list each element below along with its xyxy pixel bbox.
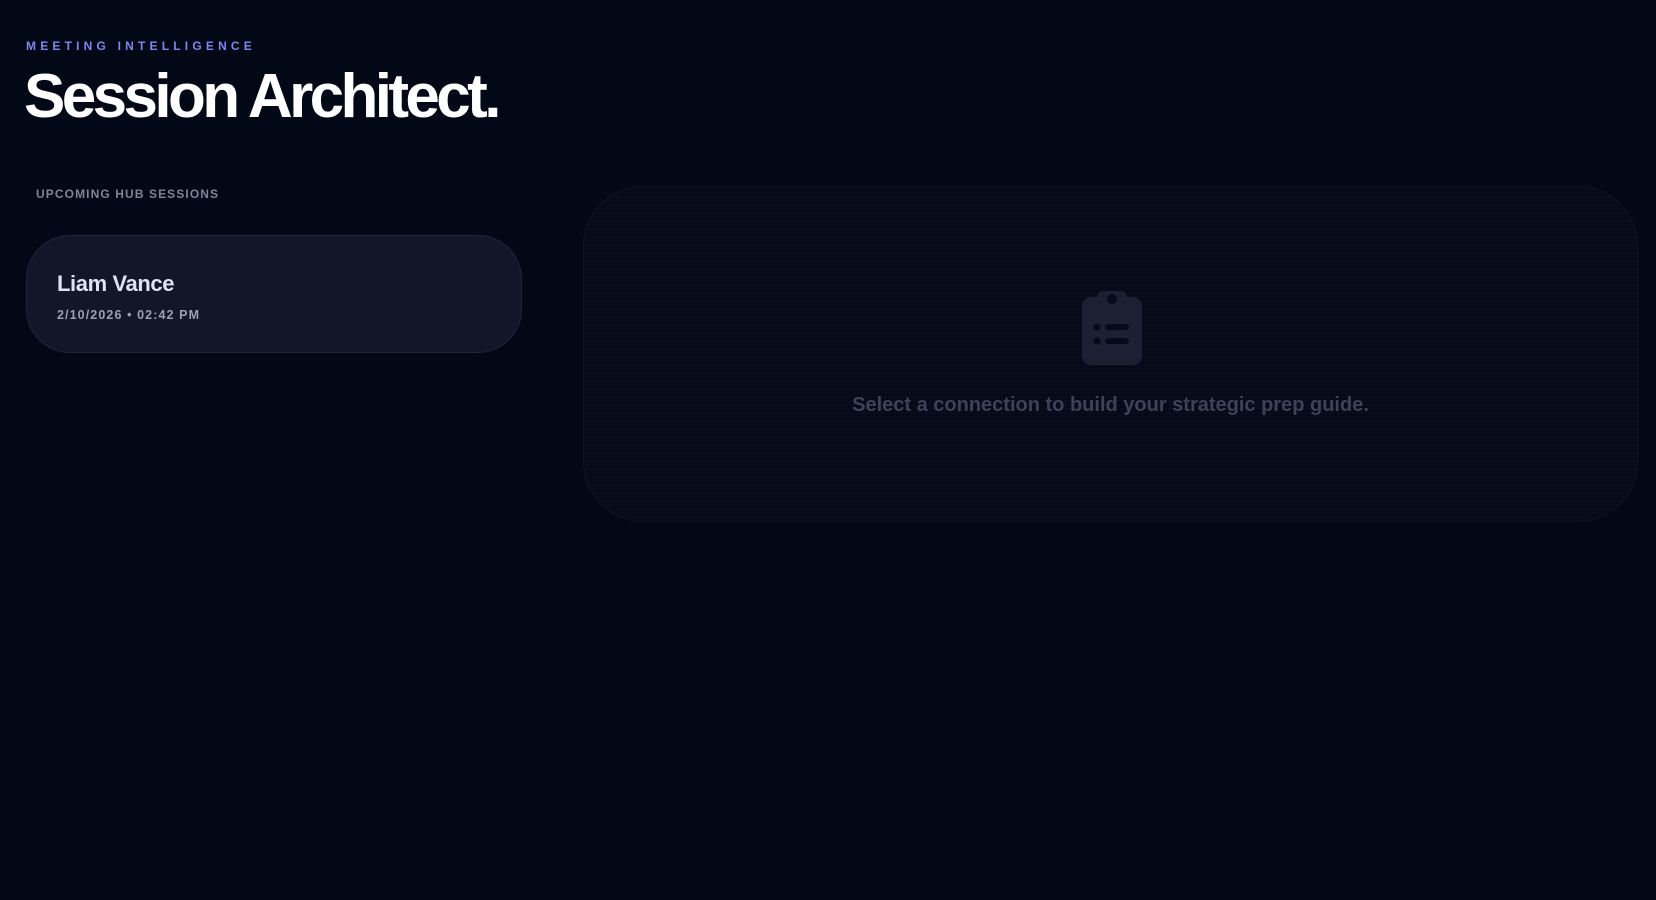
- empty-state-message: Select a connection to build your strate…: [852, 394, 1369, 416]
- session-name: Liam Vance: [57, 271, 175, 296]
- page-title: Session Architect.: [24, 62, 501, 131]
- clipboard-list-icon: [1082, 291, 1142, 365]
- prep-guide-panel: Select a connection to build your strate…: [583, 186, 1638, 522]
- sessions-section-label: UPCOMING HUB SESSIONS: [36, 187, 220, 201]
- eyebrow-label: MEETING INTELLIGENCE: [26, 39, 257, 53]
- app-root: MEETING INTELLIGENCE Session Architect. …: [0, 0, 1656, 900]
- session-datetime: 2/10/2026 • 02:42 PM: [57, 308, 201, 322]
- session-card[interactable]: Liam Vance 2/10/2026 • 02:42 PM: [26, 235, 522, 353]
